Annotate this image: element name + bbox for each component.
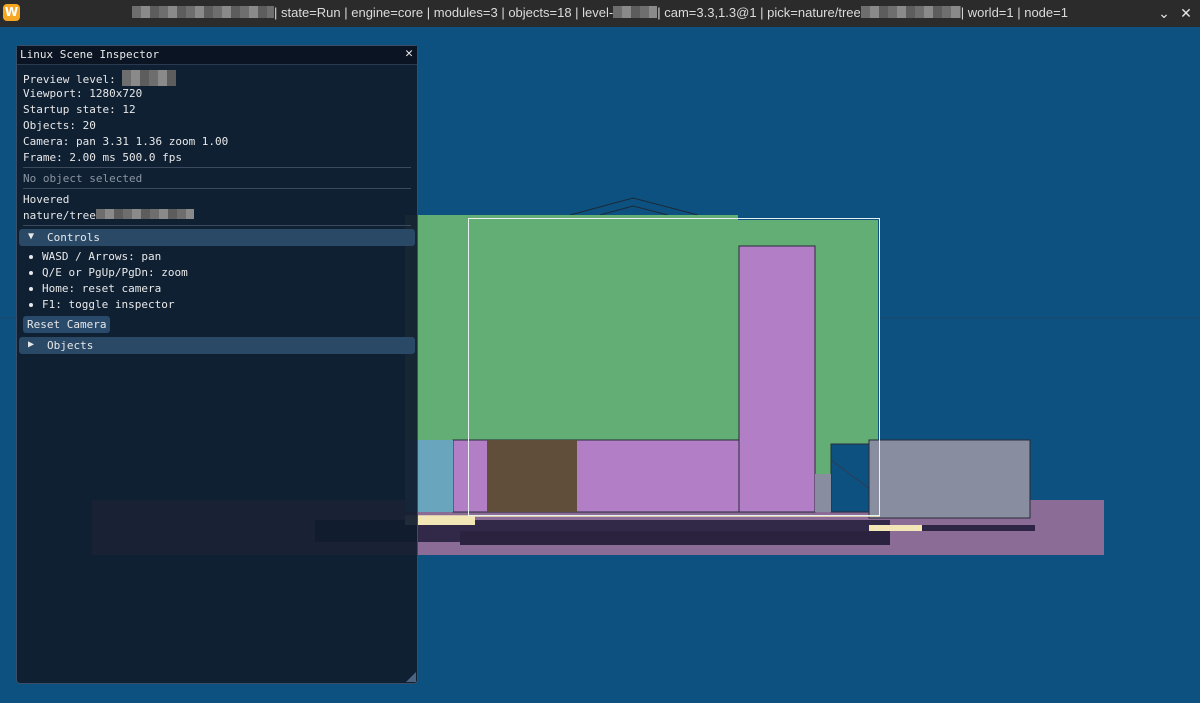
road-strip-lower [460,531,890,545]
redacted-text [613,6,658,18]
hovered-row: nature/tree [23,209,194,222]
separator [23,225,411,226]
hovered-label: Hovered [23,193,70,206]
controls-header-label: Controls [47,231,100,244]
control-hint: Q/E or PgUp/PgDn: zoom [42,266,188,279]
separator [23,188,411,189]
objects-count-info: Objects: 20 [23,119,96,132]
control-hint: Home: reset camera [42,282,162,295]
title-segment-camera: | cam=3.3,1.3@1 | pick=nature/tree [657,5,861,20]
camera-info: Camera: pan 3.31 1.36 zoom 1.00 [23,135,229,148]
close-window-button[interactable]: ✕ [1175,3,1197,25]
bullet-icon [29,271,33,275]
inspector-title: Linux Scene Inspector [20,48,160,61]
door-block [487,440,577,512]
startup-state-info: Startup state: 12 [23,103,136,116]
shed-pillar [815,474,831,512]
viewport-info: Viewport: 1280x720 [23,87,143,100]
hovered-value: nature/tree [23,209,96,222]
building-tower [738,245,816,513]
title-segment-world: | world=1 | node=1 [960,5,1068,20]
close-icon[interactable]: ✕ [405,46,413,61]
reset-camera-button[interactable]: Reset Camera [23,316,111,333]
redacted-text [122,70,177,86]
selection-status: No object selected [23,172,143,185]
bullet-icon [29,255,33,259]
objects-section-header[interactable]: ▶ Objects [19,337,415,354]
control-hint: WASD / Arrows: pan [42,250,162,263]
collapse-arrow-icon: ▶ [28,339,35,350]
window-title: | state=Run | engine=core | modules=3 | … [0,5,1200,20]
redacted-text [860,6,961,18]
bullet-icon [29,287,33,291]
separator [23,167,411,168]
minimize-button[interactable]: ⌄ [1153,3,1175,25]
gray-shed [868,439,1031,519]
roof-line-inner [599,205,669,216]
control-hint: F1: toggle inspector [42,298,175,311]
bullet-icon [29,303,33,307]
tree-canopy-left [405,215,738,440]
highlight-strip-right [869,525,922,531]
scene-inspector-panel: Linux Scene Inspector ✕ Preview level: V… [16,45,418,684]
preview-level-row: Preview level: [23,70,177,86]
expand-arrow-icon: ▼ [28,231,35,242]
title-segment-status: | state=Run | engine=core | modules=3 | … [274,5,614,20]
redacted-text [95,209,194,219]
close-icon: ✕ [1180,6,1192,22]
preview-level-label: Preview level: [23,73,116,86]
redacted-text [132,6,275,18]
window-titlebar: W | state=Run | engine=core | modules=3 … [0,0,1200,27]
resize-grip-icon[interactable] [406,672,416,682]
doorway [830,443,872,513]
controls-section-header[interactable]: ▼ Controls [19,229,415,246]
objects-header-label: Objects [47,339,94,352]
frame-info: Frame: 2.00 ms 500.0 fps [23,151,182,164]
inspector-titlebar[interactable]: Linux Scene Inspector ✕ [17,46,417,65]
chevron-down-icon: ⌄ [1158,6,1170,22]
